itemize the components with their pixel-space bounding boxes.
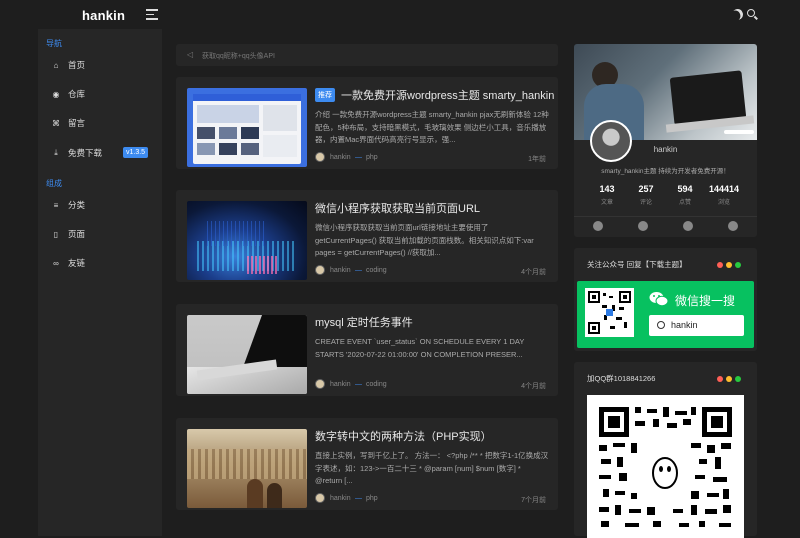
post-thumbnail[interactable] bbox=[187, 315, 307, 394]
post-title[interactable]: 微信小程序获取获取当前页面URL bbox=[315, 200, 480, 216]
post-card[interactable]: 数字转中文的两种方法（PHP实现） 直接上实例，写到千亿上了。 方法一： <?p… bbox=[176, 418, 558, 510]
sidebar-item-home[interactable]: ⌂ 首页 bbox=[51, 57, 156, 73]
social-links bbox=[574, 216, 757, 237]
dark-mode-icon[interactable] bbox=[730, 7, 745, 22]
sidebar-item-label: 页面 bbox=[68, 229, 86, 239]
widget-title: 关注公众号 回复【下载主题】 bbox=[587, 260, 687, 269]
post-title-text[interactable]: 一款免费开源wordpress主题 smarty_hankin bbox=[341, 90, 554, 102]
avatar bbox=[315, 379, 325, 389]
post-category[interactable]: php bbox=[355, 495, 378, 502]
qq-qr-code bbox=[587, 395, 744, 538]
recommend-badge: 推荐 bbox=[315, 88, 335, 102]
sidebar-item-messages[interactable]: ⌘ 留言 bbox=[51, 115, 156, 131]
sidebar-item-repo[interactable]: ◉ 仓库 bbox=[51, 86, 156, 102]
post-meta: hankin coding 4个月前 bbox=[315, 379, 550, 391]
brand-logo[interactable]: hankin bbox=[82, 8, 125, 23]
post-excerpt: 直接上实例，写到千亿上了。 方法一： <?php /** * 把数字1-1亿换成… bbox=[315, 451, 549, 485]
wechat-logo-icon bbox=[649, 292, 669, 307]
qq-icon[interactable] bbox=[683, 221, 693, 231]
qq-group-widget: 加QQ群1018841266 bbox=[574, 362, 757, 538]
page-icon: ▯ bbox=[53, 229, 59, 239]
notice-bar[interactable]: ◁ 获取qq昵称+qq头像API bbox=[176, 44, 558, 66]
stat-views: 144414 浏览 bbox=[708, 184, 740, 206]
sidebar-item-links[interactable]: ∞ 友链 bbox=[51, 255, 156, 271]
sidebar-item-label: 友链 bbox=[68, 258, 86, 268]
section-title-group: 组成 bbox=[46, 179, 62, 188]
sidebar-item-label: 留言 bbox=[68, 118, 86, 128]
sidebar-item-label: 免费下载 bbox=[68, 148, 103, 158]
post-time: 1年前 bbox=[528, 156, 546, 163]
post-category[interactable]: coding bbox=[355, 381, 387, 388]
avatar[interactable] bbox=[590, 120, 632, 162]
post-thumbnail[interactable] bbox=[187, 88, 307, 167]
stat-posts: 143 文章 bbox=[599, 184, 615, 206]
post-title[interactable]: mysql 定时任务事件 bbox=[315, 314, 413, 330]
weibo-icon[interactable] bbox=[638, 221, 648, 231]
link-icon: ∞ bbox=[53, 258, 59, 268]
menu-toggle-icon[interactable] bbox=[146, 9, 158, 20]
wechat-search-box[interactable]: hankin bbox=[649, 315, 744, 336]
stat-comments: 257 评论 bbox=[638, 184, 654, 206]
avatar bbox=[315, 152, 325, 162]
sidebar: 导航 ⌂ 首页 ◉ 仓库 ⌘ 留言 ⤓ 免费下载 v1.3.5 组成 ≡ 分类 … bbox=[38, 29, 162, 536]
post-category[interactable]: php bbox=[355, 154, 378, 161]
wechat-icon[interactable] bbox=[593, 221, 603, 231]
sidebar-item-label: 首页 bbox=[68, 60, 86, 70]
wechat-widget: 关注公众号 回复【下载主题】 微信搜一搜 hankin bbox=[574, 248, 757, 351]
section-title-nav: 导航 bbox=[46, 39, 62, 48]
profile-description: smarty_hankin主题 持续为开发者免费开源！ bbox=[601, 168, 730, 175]
sidebar-item-label: 仓库 bbox=[68, 89, 86, 99]
post-author[interactable]: hankin bbox=[330, 381, 351, 388]
post-time: 4个月前 bbox=[521, 383, 546, 390]
post-title[interactable]: 数字转中文的两种方法（PHP实现） bbox=[315, 428, 492, 444]
avatar bbox=[315, 493, 325, 503]
post-author[interactable]: hankin bbox=[330, 267, 351, 274]
post-title[interactable]: 推荐 一款免费开源wordpress主题 smarty_hankin bbox=[315, 87, 554, 103]
version-badge: v1.3.5 bbox=[123, 147, 149, 158]
post-excerpt: 介绍 一款免费开源wordpress主题 smarty_hankin pjax无… bbox=[315, 110, 549, 144]
profile-name: hankin bbox=[653, 145, 678, 154]
post-time: 7个月前 bbox=[521, 497, 546, 504]
top-actions bbox=[732, 8, 760, 22]
post-meta: hankin php 7个月前 bbox=[315, 493, 550, 505]
sidebar-item-label: 分类 bbox=[68, 200, 86, 210]
sidebar-item-category[interactable]: ≡ 分类 bbox=[51, 197, 156, 213]
wechat-qr-code bbox=[585, 288, 634, 337]
profile-card: hankin smarty_hankin主题 持续为开发者免费开源！ 143 文章… bbox=[574, 44, 757, 237]
sidebar-item-pages[interactable]: ▯ 页面 bbox=[51, 226, 156, 242]
post-meta: hankin coding 4个月前 bbox=[315, 265, 550, 277]
search-icon[interactable] bbox=[747, 9, 755, 17]
avatar bbox=[315, 265, 325, 275]
speaker-icon: ◁ bbox=[187, 50, 194, 59]
widget-title: 加QQ群1018841266 bbox=[587, 374, 656, 383]
post-card[interactable]: mysql 定时任务事件 CREATE EVENT `user_status` … bbox=[176, 304, 558, 396]
command-icon: ⌘ bbox=[52, 118, 60, 128]
wechat-search-brand: 微信搜一搜 bbox=[675, 294, 736, 308]
stat-likes: 594 点赞 bbox=[677, 184, 693, 206]
post-card[interactable]: 微信小程序获取获取当前页面URL 微信小程序获取获取当前页面url链接地址主要使… bbox=[176, 190, 558, 282]
post-thumbnail[interactable] bbox=[187, 429, 307, 508]
github-icon[interactable] bbox=[728, 221, 738, 231]
github-icon: ◉ bbox=[52, 89, 60, 99]
download-icon: ⤓ bbox=[54, 148, 58, 157]
wechat-search-value: hankin bbox=[671, 320, 698, 330]
wechat-search-card[interactable]: 微信搜一搜 hankin bbox=[577, 281, 754, 348]
post-category[interactable]: coding bbox=[355, 267, 387, 274]
post-author[interactable]: hankin bbox=[330, 495, 351, 502]
window-dots bbox=[714, 374, 744, 382]
notice-text[interactable]: 获取qq昵称+qq头像API bbox=[202, 51, 275, 61]
post-excerpt: CREATE EVENT `user_status` ON SCHEDULE E… bbox=[315, 337, 525, 359]
top-bar: hankin bbox=[0, 0, 800, 30]
post-thumbnail[interactable] bbox=[187, 201, 307, 280]
menu-icon: ≡ bbox=[53, 200, 59, 210]
home-icon: ⌂ bbox=[53, 60, 59, 70]
search-icon bbox=[657, 321, 665, 329]
window-dots bbox=[714, 260, 744, 268]
post-time: 4个月前 bbox=[521, 269, 546, 276]
post-meta: hankin php 1年前 bbox=[315, 152, 550, 164]
sidebar-item-download[interactable]: ⤓ 免费下载 v1.3.5 bbox=[51, 145, 156, 161]
post-card[interactable]: 推荐 一款免费开源wordpress主题 smarty_hankin 介绍 一款免… bbox=[176, 77, 558, 169]
post-excerpt: 微信小程序获取获取当前页面url链接地址主要使用了getCurrentPages… bbox=[315, 223, 534, 257]
post-author[interactable]: hankin bbox=[330, 154, 351, 161]
